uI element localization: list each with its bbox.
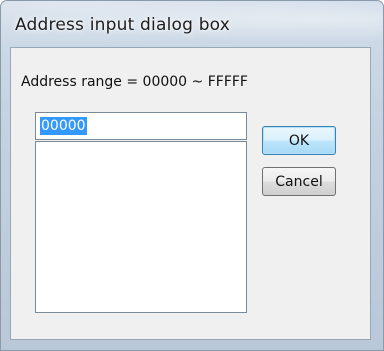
window-title: Address input dialog box — [15, 15, 231, 35]
address-list[interactable] — [35, 141, 247, 313]
cancel-button[interactable]: Cancel — [262, 167, 336, 196]
address-range-label: Address range = 00000 ~ FFFFF — [21, 74, 248, 90]
address-input[interactable]: 00000 — [35, 112, 247, 140]
ok-button[interactable]: OK — [262, 126, 336, 155]
title-bar[interactable]: Address input dialog box — [1, 1, 383, 47]
address-input-value[interactable]: 00000 — [40, 117, 87, 135]
